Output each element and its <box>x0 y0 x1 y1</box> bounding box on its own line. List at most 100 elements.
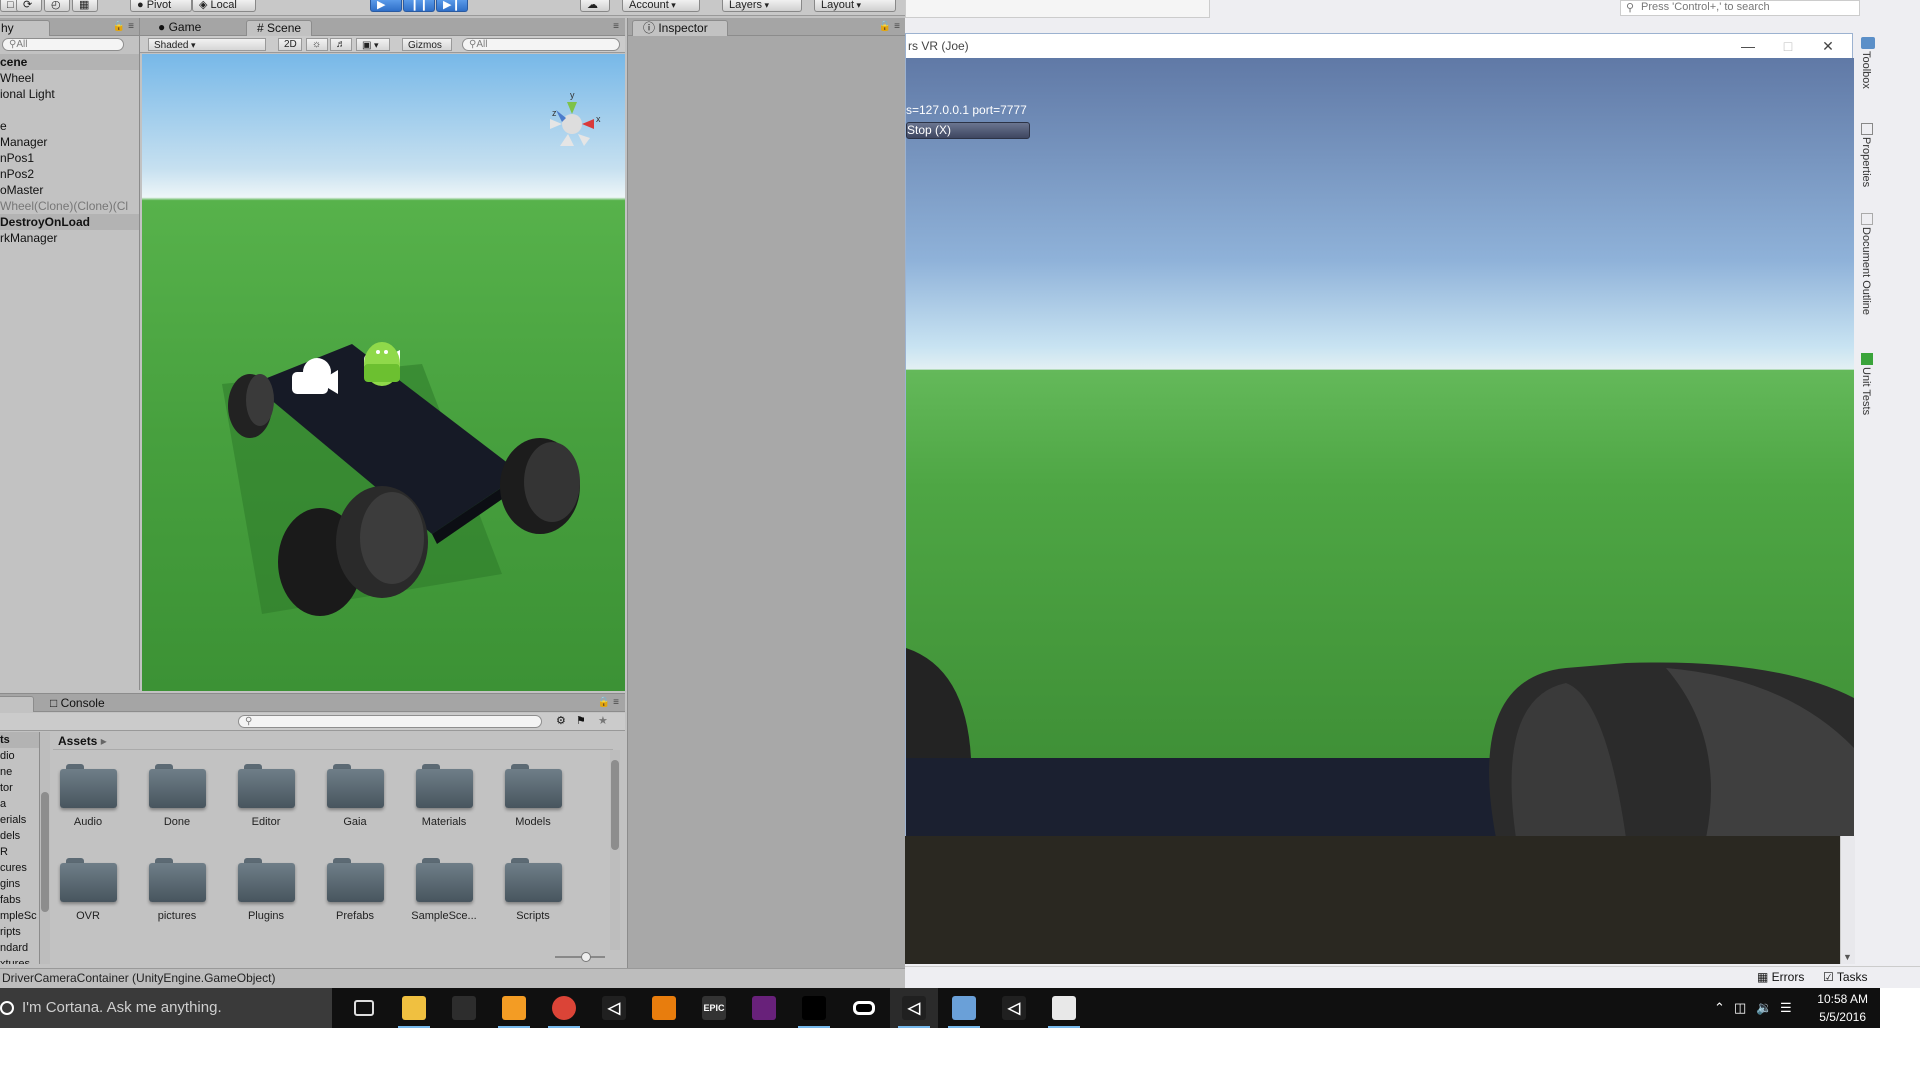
taskbar-app-file-explorer[interactable] <box>390 988 438 1028</box>
project-tree-item[interactable]: cures <box>0 860 27 876</box>
project-grid-scrollbar[interactable] <box>610 750 620 950</box>
asset-folder[interactable]: Prefabs <box>320 858 390 922</box>
tab-game[interactable]: ● Game <box>148 20 211 36</box>
asset-folder[interactable]: SampleSce... <box>409 858 479 922</box>
game-viewport[interactable]: s=127.0.0.1 port=7777 Stop (X) <box>906 58 1854 838</box>
taskbar-app-cmd[interactable] <box>790 988 838 1028</box>
hierarchy-scene-row[interactable]: DestroyOnLoad <box>0 214 139 230</box>
inspector-menu-icon[interactable]: 🔒 ≡ <box>879 21 900 32</box>
step-button[interactable]: ▶❙ <box>436 0 468 12</box>
cloud-button[interactable]: ☁ <box>580 0 610 12</box>
asset-folder[interactable]: Scripts <box>498 858 568 922</box>
scale-tool-button[interactable]: ◴ <box>44 0 70 12</box>
gizmos-dropdown[interactable]: Gizmos <box>402 38 452 51</box>
hierarchy-item[interactable]: e <box>0 118 139 134</box>
hierarchy-item[interactable]: nPos1 <box>0 150 139 166</box>
tab-console[interactable]: □ Console <box>40 696 115 712</box>
close-button[interactable]: ✕ <box>1808 36 1848 56</box>
project-tree-item[interactable]: erials <box>0 812 26 828</box>
scene-search-input[interactable]: ⚲All <box>462 38 620 51</box>
taskbar-app-unity[interactable]: ◁ <box>590 988 638 1028</box>
system-clock[interactable]: 10:58 AM 5/5/2016 <box>1817 990 1868 1026</box>
project-tree-item[interactable]: ne <box>0 764 12 780</box>
layout-dropdown[interactable]: Layout <box>814 0 896 12</box>
project-tree-item[interactable]: xtures <box>0 956 30 964</box>
taskbar-app-paint[interactable] <box>1040 988 1088 1028</box>
tab-scene[interactable]: # Scene <box>246 20 313 36</box>
audio-toggle-button[interactable]: ♬ <box>330 38 352 51</box>
pause-button[interactable]: ❙❙ <box>403 0 435 12</box>
asset-folder[interactable]: Materials <box>409 764 479 828</box>
taskbar-app-unity-2[interactable]: ◁ <box>890 988 938 1028</box>
asset-folder[interactable]: Done <box>142 764 212 828</box>
maximize-button[interactable]: □ <box>1768 36 1808 56</box>
icon-size-slider[interactable] <box>555 952 605 962</box>
hierarchy-item[interactable]: rkManager <box>0 230 139 246</box>
asset-folder[interactable]: Editor <box>231 764 301 828</box>
project-search-input[interactable]: ⚲ <box>238 715 542 728</box>
taskbar-app-unity-3[interactable]: ◁ <box>990 988 1038 1028</box>
project-menu-icon[interactable]: 🔒 ≡ <box>598 697 619 708</box>
taskbar-app-monodevelop[interactable] <box>940 988 988 1028</box>
rotate-tool-button[interactable]: ⟳ <box>16 0 42 12</box>
hierarchy-item[interactable]: Wheel(Clone)(Clone)(Cl <box>0 198 139 214</box>
icon-size-slider-handle[interactable] <box>581 952 591 962</box>
shading-mode-dropdown[interactable]: Shaded <box>148 38 266 51</box>
panel-menu-icon[interactable]: 🔒 ≡ <box>113 21 134 32</box>
tasks-tab[interactable]: ☑ Tasks <box>1823 970 1868 984</box>
vs-editor-scrollbar[interactable]: ▼ <box>1840 836 1855 964</box>
local-toggle-button[interactable]: ◈ Local <box>192 0 256 12</box>
network-icon[interactable]: ◫ <box>1734 1000 1746 1016</box>
scroll-down-icon[interactable]: ▼ <box>1843 952 1852 962</box>
project-tree-item[interactable]: a <box>0 796 6 812</box>
hierarchy-scene-row[interactable]: cene <box>0 54 139 70</box>
vs-top-combobox[interactable] <box>905 0 1210 18</box>
lighting-toggle-button[interactable]: ☼ <box>306 38 328 51</box>
tab-inspector[interactable]: ⓘ Inspector <box>632 20 728 36</box>
account-dropdown[interactable]: Account <box>622 0 700 12</box>
tab-hierarchy[interactable]: hy <box>0 20 50 36</box>
hierarchy-item[interactable]: ional Light <box>0 86 139 102</box>
asset-folder[interactable]: Gaia <box>320 764 390 828</box>
side-tab-document-outline[interactable]: Document Outline <box>1860 227 1872 315</box>
tray-overflow-icon[interactable]: ⌃ <box>1714 1000 1725 1016</box>
taskbar-app-blender[interactable] <box>640 988 688 1028</box>
action-center-icon[interactable]: ☰ <box>1780 1000 1792 1016</box>
project-tree-item[interactable]: gins <box>0 876 20 892</box>
taskbar-app-task-view[interactable] <box>340 988 388 1028</box>
volume-icon[interactable]: 🔉 <box>1756 1000 1772 1016</box>
hierarchy-item[interactable] <box>0 102 139 118</box>
2d-toggle-button[interactable]: 2D <box>278 38 302 51</box>
layers-dropdown[interactable]: Layers <box>722 0 802 12</box>
project-tree-item[interactable]: tor <box>0 780 13 796</box>
minimize-button[interactable]: — <box>1728 36 1768 56</box>
hierarchy-item[interactable]: Manager <box>0 134 139 150</box>
asset-folder[interactable]: OVR <box>53 858 123 922</box>
project-tree-scrollbar[interactable] <box>40 732 50 964</box>
project-tree-item[interactable]: R <box>0 844 8 860</box>
taskbar-app-oculus[interactable] <box>840 988 888 1028</box>
asset-folder[interactable]: pictures <box>142 858 212 922</box>
hierarchy-item[interactable]: Wheel <box>0 70 139 86</box>
taskbar-app-sublime[interactable] <box>490 988 538 1028</box>
side-tab-toolbox[interactable]: Toolbox <box>1860 51 1872 89</box>
asset-folder[interactable]: Audio <box>53 764 123 828</box>
vs-quick-launch-input[interactable]: ⚲ Press 'Control+,' to search <box>1620 0 1860 16</box>
project-tree-item[interactable]: dio <box>0 748 15 764</box>
project-tree-item[interactable]: dels <box>0 828 20 844</box>
taskbar-app-visual-studio-purple[interactable] <box>740 988 788 1028</box>
project-tree-scroll-thumb[interactable] <box>41 792 49 912</box>
project-tree-item[interactable]: ripts <box>0 924 21 940</box>
tab-project[interactable] <box>0 696 34 712</box>
scene-panel-menu-icon[interactable]: ≡ <box>613 21 619 32</box>
project-grid-scroll-thumb[interactable] <box>611 760 619 850</box>
favorite-star-icon[interactable]: ★ <box>598 714 608 727</box>
filter-type-icon[interactable]: ⚙ <box>556 714 566 727</box>
rect-tool-button[interactable]: ▦ <box>72 0 98 12</box>
pivot-toggle-button[interactable]: ● Pivot <box>130 0 192 12</box>
asset-folder[interactable]: Models <box>498 764 568 828</box>
hierarchy-item[interactable]: oMaster <box>0 182 139 198</box>
hierarchy-search-input[interactable]: ⚲All <box>2 38 124 51</box>
project-tree-item[interactable]: ts <box>0 732 39 748</box>
asset-folder[interactable]: Plugins <box>231 858 301 922</box>
